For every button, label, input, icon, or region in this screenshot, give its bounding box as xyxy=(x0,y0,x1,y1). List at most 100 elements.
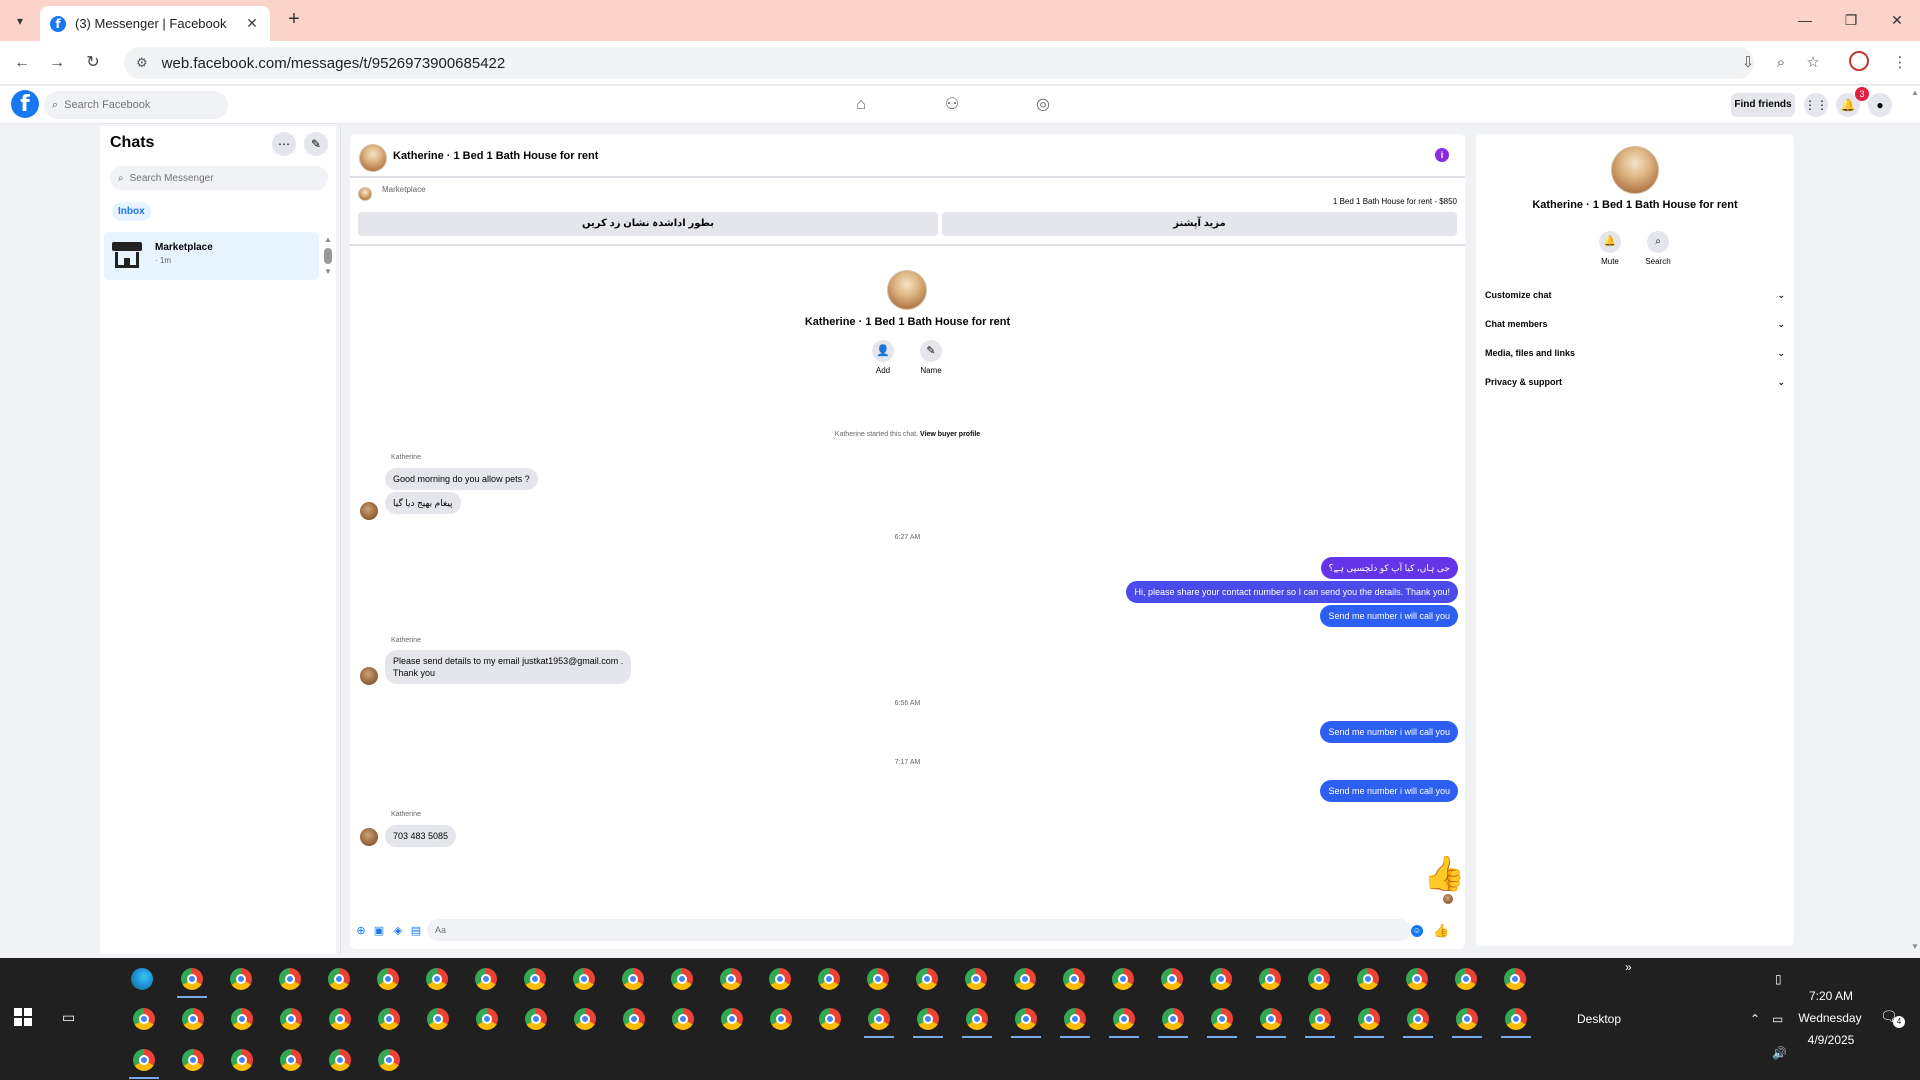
network-icon[interactable]: ▭ xyxy=(1772,1012,1783,1026)
chrome-taskbar-icon[interactable] xyxy=(1308,968,1330,990)
media-files-links-row[interactable]: Media, files and links ⌄ xyxy=(1485,343,1785,363)
home-icon[interactable]: ⌂ xyxy=(849,93,873,117)
facebook-logo-icon[interactable]: f xyxy=(11,90,39,118)
chrome-taskbar-icon[interactable] xyxy=(1112,968,1134,990)
name-chat-button[interactable]: ✎ Name xyxy=(911,340,951,375)
attach-photo-icon[interactable]: ▣ xyxy=(373,925,385,937)
chats-options-icon[interactable]: ⋯ xyxy=(272,132,296,156)
chrome-taskbar-icon[interactable] xyxy=(868,1008,890,1030)
chrome-taskbar-icon[interactable] xyxy=(819,1008,841,1030)
chrome-taskbar-icon[interactable] xyxy=(1455,968,1477,990)
conversation-info-icon[interactable]: i xyxy=(1435,148,1449,162)
clock-time[interactable]: 7:20 AM xyxy=(1806,989,1856,1003)
chrome-taskbar-icon[interactable] xyxy=(280,1049,302,1071)
close-window-icon[interactable]: ✕ xyxy=(1874,0,1920,41)
send-like-icon[interactable]: 👍 xyxy=(1433,923,1449,939)
windows-start-icon[interactable] xyxy=(14,1008,32,1026)
katherine-avatar[interactable] xyxy=(360,828,378,846)
messenger-search[interactable]: ⌕ xyxy=(110,166,328,190)
chrome-taskbar-icon[interactable] xyxy=(329,1008,351,1030)
chrome-taskbar-icon[interactable] xyxy=(671,968,693,990)
chrome-taskbar-icon[interactable] xyxy=(1504,968,1526,990)
chrome-taskbar-icon[interactable] xyxy=(1014,968,1036,990)
chrome-taskbar-icon[interactable] xyxy=(378,1008,400,1030)
chrome-taskbar-icon[interactable] xyxy=(622,968,644,990)
search-in-conversation-button[interactable]: ⌕ Search xyxy=(1638,231,1678,266)
chrome-taskbar-icon[interactable] xyxy=(426,968,448,990)
info-avatar[interactable] xyxy=(1611,146,1659,194)
facebook-search[interactable]: ⌕ xyxy=(44,91,228,119)
chat-list-item[interactable]: Marketplace · 1m xyxy=(104,232,319,280)
outgoing-message[interactable]: Send me number i will call you xyxy=(1320,605,1458,627)
chat-members-row[interactable]: Chat members ⌄ xyxy=(1485,314,1785,334)
messenger-search-input[interactable] xyxy=(129,172,310,184)
incoming-message[interactable]: Good morning do you allow pets ? xyxy=(385,468,538,490)
chrome-taskbar-icon[interactable] xyxy=(1260,1008,1282,1030)
mute-button[interactable]: 🔔 Mute xyxy=(1590,231,1630,266)
groups-icon[interactable]: ◎ xyxy=(1031,93,1055,117)
tab-search-chevron-icon[interactable]: ▾ xyxy=(8,9,32,33)
chrome-taskbar-icon[interactable] xyxy=(1407,1008,1429,1030)
outgoing-message[interactable]: جی ہاں، کیا آپ کو دلچسپی ہے؟ xyxy=(1320,557,1458,579)
restore-icon[interactable]: ❐ xyxy=(1828,0,1874,41)
chrome-taskbar-icon[interactable] xyxy=(181,968,203,990)
chrome-taskbar-icon[interactable] xyxy=(720,968,742,990)
listing-title[interactable]: 1 Bed 1 Bath House for rent - $850 xyxy=(1333,197,1457,206)
clock-date[interactable]: 4/9/2025 xyxy=(1806,1033,1856,1047)
chrome-taskbar-icon[interactable] xyxy=(378,1049,400,1071)
reload-icon[interactable]: ↻ xyxy=(81,51,105,75)
chrome-taskbar-icon[interactable] xyxy=(1162,1008,1184,1030)
intro-avatar[interactable] xyxy=(887,270,927,310)
chrome-taskbar-icon[interactable] xyxy=(1456,1008,1478,1030)
outgoing-message[interactable]: Send me number i will call you xyxy=(1320,780,1458,802)
incoming-message[interactable]: 703 483 5085 xyxy=(385,825,457,847)
chrome-taskbar-icon[interactable] xyxy=(574,1008,596,1030)
customize-chat-row[interactable]: Customize chat ⌄ xyxy=(1485,285,1785,305)
privacy-support-row[interactable]: Privacy & support ⌄ xyxy=(1485,372,1785,392)
back-icon[interactable]: ← xyxy=(10,51,34,75)
view-buyer-profile-link[interactable]: View buyer profile xyxy=(920,431,980,438)
clock-day[interactable]: Wednesday xyxy=(1795,1011,1865,1025)
chrome-taskbar-icon[interactable] xyxy=(427,1008,449,1030)
chrome-taskbar-icon[interactable] xyxy=(917,1008,939,1030)
show-hidden-icons-chevron-icon[interactable]: ⌃ xyxy=(1750,1012,1760,1026)
chrome-taskbar-icon[interactable] xyxy=(231,1008,253,1030)
task-view-icon[interactable]: ▭ xyxy=(62,1008,82,1026)
outgoing-message[interactable]: Hi, please share your contact number so … xyxy=(1126,581,1458,603)
emoji-icon[interactable]: ☺ xyxy=(1411,925,1423,937)
account-avatar[interactable]: ● xyxy=(1868,93,1892,117)
chrome-taskbar-icon[interactable] xyxy=(1064,1008,1086,1030)
chrome-taskbar-icon[interactable] xyxy=(525,1008,547,1030)
chrome-taskbar-icon[interactable] xyxy=(1357,968,1379,990)
bookmark-star-icon[interactable]: ☆ xyxy=(1801,51,1825,75)
install-app-icon[interactable]: ⇩ xyxy=(1736,51,1760,75)
chrome-taskbar-icon[interactable] xyxy=(916,968,938,990)
chrome-taskbar-icon[interactable] xyxy=(524,968,546,990)
chrome-taskbar-icon[interactable] xyxy=(1113,1008,1135,1030)
browser-menu-icon[interactable]: ⋮ xyxy=(1888,51,1912,75)
facebook-search-input[interactable] xyxy=(64,99,215,111)
chrome-taskbar-icon[interactable] xyxy=(377,968,399,990)
new-tab-icon[interactable]: + xyxy=(282,8,306,32)
chrome-taskbar-icon[interactable] xyxy=(328,968,350,990)
incoming-message[interactable]: پیغام بھیج دیا گیا xyxy=(385,492,461,514)
chrome-taskbar-icon[interactable] xyxy=(965,968,987,990)
chrome-taskbar-icon[interactable] xyxy=(672,1008,694,1030)
more-options-button[interactable]: مزید آپشنز xyxy=(942,212,1457,236)
chrome-taskbar-icon[interactable] xyxy=(476,1008,498,1030)
mark-sold-button[interactable]: بطور اداشدہ نشان زد کریں xyxy=(358,212,938,236)
chrome-taskbar-icon[interactable] xyxy=(1015,1008,1037,1030)
device-icon[interactable]: ▯ xyxy=(1775,972,1782,986)
desktop-toolbar-label[interactable]: Desktop xyxy=(1577,1012,1621,1026)
browser-profile-icon[interactable] xyxy=(1849,51,1869,71)
chrome-taskbar-icon[interactable] xyxy=(182,1008,204,1030)
chrome-taskbar-icon[interactable] xyxy=(133,1049,155,1071)
message-input[interactable] xyxy=(427,919,1411,941)
chrome-taskbar-icon[interactable] xyxy=(475,968,497,990)
chrome-taskbar-icon[interactable] xyxy=(133,1008,155,1030)
more-actions-plus-icon[interactable]: ⊕ xyxy=(355,925,367,937)
chrome-taskbar-icon[interactable] xyxy=(1161,968,1183,990)
sticker-icon[interactable]: ◈ xyxy=(392,925,404,937)
chrome-taskbar-icon[interactable] xyxy=(1210,968,1232,990)
find-friends-button[interactable]: Find friends xyxy=(1731,93,1795,117)
